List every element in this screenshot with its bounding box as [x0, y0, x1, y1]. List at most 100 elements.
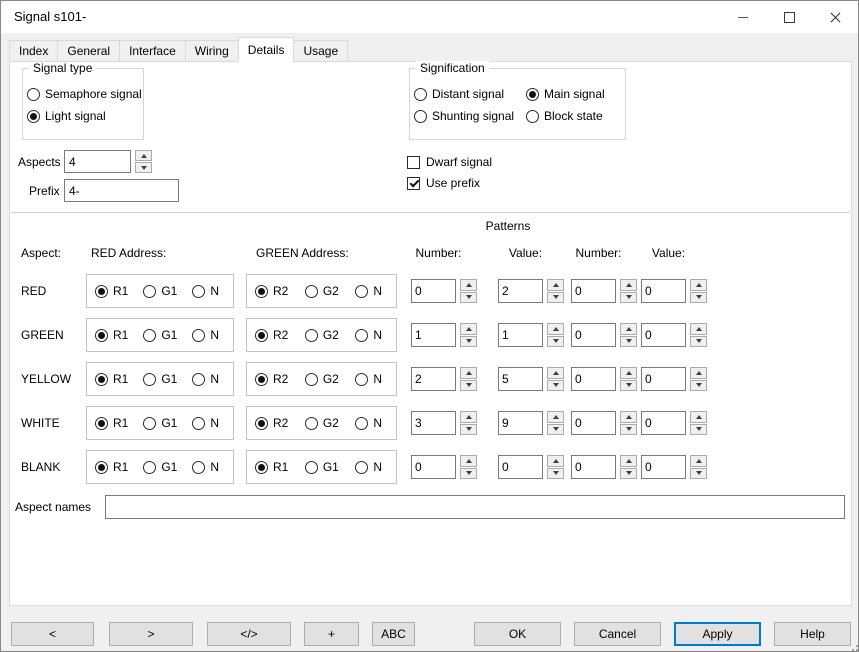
number-2-input[interactable]: [571, 279, 616, 303]
spin-down-button[interactable]: [620, 336, 637, 348]
radio-icon[interactable]: [255, 461, 268, 474]
green-address-option-2[interactable]: G1: [305, 460, 339, 474]
value-2-input[interactable]: [641, 455, 686, 479]
apply-button[interactable]: Apply: [674, 622, 761, 646]
spin-down-button[interactable]: [547, 380, 564, 392]
number-2-input[interactable]: [571, 367, 616, 391]
radio-icon[interactable]: [192, 417, 205, 430]
radio-icon[interactable]: [355, 461, 368, 474]
spin-down-button[interactable]: [690, 468, 707, 480]
cancel-button[interactable]: Cancel: [574, 622, 661, 646]
close-button[interactable]: [812, 1, 858, 33]
red-address-option-1[interactable]: R1: [95, 372, 128, 386]
spin-up-button[interactable]: [690, 367, 707, 379]
radio-icon[interactable]: [355, 417, 368, 430]
use-prefix-checkbox[interactable]: Use prefix: [407, 176, 480, 190]
value-1-input[interactable]: [498, 411, 543, 435]
spin-down-button[interactable]: [690, 336, 707, 348]
tab-usage[interactable]: Usage: [293, 40, 348, 62]
spin-up-button[interactable]: [460, 279, 477, 291]
green-address-option-2[interactable]: G2: [305, 372, 339, 386]
spin-up-button[interactable]: [460, 455, 477, 467]
red-address-option-3[interactable]: N: [192, 372, 219, 386]
spin-up-button[interactable]: [690, 279, 707, 291]
spin-up-button[interactable]: [460, 367, 477, 379]
green-address-option-1[interactable]: R1: [255, 460, 288, 474]
radio-icon[interactable]: [95, 373, 108, 386]
resize-grip[interactable]: [856, 649, 858, 651]
maximize-button[interactable]: [766, 1, 812, 33]
radio-icon[interactable]: [305, 461, 318, 474]
green-address-option-1[interactable]: R2: [255, 328, 288, 342]
checkbox-icon[interactable]: [407, 177, 420, 190]
radio-icon[interactable]: [305, 373, 318, 386]
red-address-option-1[interactable]: R1: [95, 460, 128, 474]
spin-up-button[interactable]: [620, 279, 637, 291]
spin-up-button[interactable]: [547, 279, 564, 291]
number-1-input[interactable]: [411, 323, 456, 347]
green-address-option-2[interactable]: G2: [305, 416, 339, 430]
radio-icon[interactable]: [355, 285, 368, 298]
spin-down-button[interactable]: [460, 380, 477, 392]
spin-up-button[interactable]: [620, 367, 637, 379]
radio-main-signal[interactable]: Main signal: [526, 87, 625, 101]
green-address-option-3[interactable]: N: [355, 416, 382, 430]
spin-down-button[interactable]: [460, 424, 477, 436]
minimize-button[interactable]: [720, 1, 766, 33]
green-address-option-3[interactable]: N: [355, 284, 382, 298]
spin-down-button[interactable]: [547, 292, 564, 304]
radio-icon[interactable]: [95, 461, 108, 474]
value-2-input[interactable]: [641, 323, 686, 347]
radio-icon[interactable]: [305, 329, 318, 342]
red-address-option-1[interactable]: R1: [95, 328, 128, 342]
number-2-input[interactable]: [571, 411, 616, 435]
radio-icon[interactable]: [414, 110, 427, 123]
radio-icon[interactable]: [192, 461, 205, 474]
red-address-option-3[interactable]: N: [192, 416, 219, 430]
spin-up-button[interactable]: [547, 411, 564, 423]
spin-down-button[interactable]: [547, 336, 564, 348]
spin-up-button[interactable]: [547, 455, 564, 467]
spin-down-button[interactable]: [135, 162, 152, 173]
number-1-input[interactable]: [411, 279, 456, 303]
radio-icon[interactable]: [255, 285, 268, 298]
radio-icon[interactable]: [95, 329, 108, 342]
radio-icon[interactable]: [143, 329, 156, 342]
spin-down-button[interactable]: [690, 380, 707, 392]
spin-up-button[interactable]: [690, 455, 707, 467]
ok-button[interactable]: OK: [474, 622, 561, 646]
value-1-input[interactable]: [498, 323, 543, 347]
abc-button[interactable]: ABC: [372, 622, 415, 646]
spin-up-button[interactable]: [460, 411, 477, 423]
spin-up-button[interactable]: [620, 323, 637, 335]
tab-wiring[interactable]: Wiring: [185, 40, 239, 62]
radio-icon[interactable]: [192, 329, 205, 342]
add-button[interactable]: +: [304, 622, 359, 646]
checkbox-icon[interactable]: [407, 156, 420, 169]
radio-shunting-signal[interactable]: Shunting signal: [414, 109, 526, 123]
number-1-input[interactable]: [411, 411, 456, 435]
radio-icon[interactable]: [255, 329, 268, 342]
value-1-input[interactable]: [498, 367, 543, 391]
tab-interface[interactable]: Interface: [119, 40, 186, 62]
red-address-option-2[interactable]: G1: [143, 416, 177, 430]
number-2-input[interactable]: [571, 323, 616, 347]
green-address-option-2[interactable]: G2: [305, 328, 339, 342]
green-address-option-1[interactable]: R2: [255, 416, 288, 430]
red-address-option-3[interactable]: N: [192, 328, 219, 342]
spin-down-button[interactable]: [690, 424, 707, 436]
red-address-option-3[interactable]: N: [192, 460, 219, 474]
green-address-option-2[interactable]: G2: [305, 284, 339, 298]
radio-block-state[interactable]: Block state: [526, 109, 625, 123]
radio-icon[interactable]: [27, 110, 40, 123]
spin-down-button[interactable]: [547, 424, 564, 436]
green-address-option-3[interactable]: N: [355, 328, 382, 342]
radio-icon[interactable]: [305, 417, 318, 430]
radio-icon[interactable]: [143, 461, 156, 474]
code-button[interactable]: </>: [207, 622, 291, 646]
spin-down-button[interactable]: [547, 468, 564, 480]
spin-down-button[interactable]: [460, 336, 477, 348]
radio-icon[interactable]: [192, 373, 205, 386]
spin-down-button[interactable]: [620, 292, 637, 304]
prefix-input[interactable]: [64, 179, 179, 202]
